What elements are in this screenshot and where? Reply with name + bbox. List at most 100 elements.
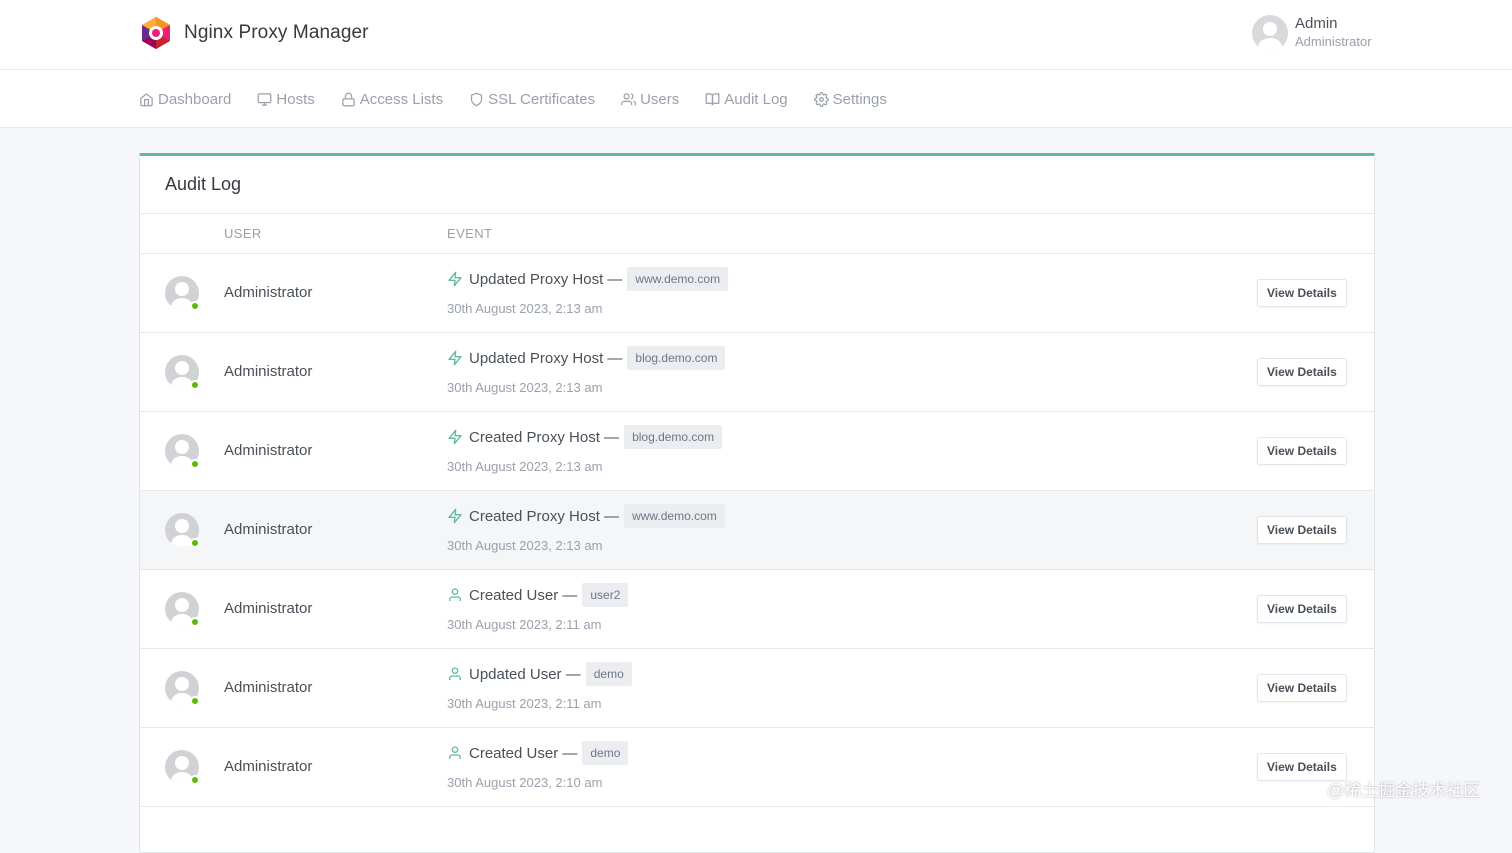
lightning-icon <box>448 508 462 524</box>
online-status-dot <box>190 459 200 469</box>
table-row: Administrator Updated Proxy Host — www.d… <box>140 254 1374 333</box>
default-avatar-icon <box>1258 22 1282 51</box>
row-user-name: Administrator <box>224 442 313 459</box>
view-details-button[interactable]: View Details <box>1257 674 1347 702</box>
audit-log-card: Audit Log USER EVENT Administrator Updat… <box>139 153 1375 853</box>
event-description: Updated User — <box>469 665 581 683</box>
event-line: Updated User — demo <box>447 661 632 687</box>
event-line: Updated Proxy Host — blog.demo.com <box>447 345 726 371</box>
event-description: Created Proxy Host — <box>469 507 620 525</box>
lightning-icon <box>448 271 462 287</box>
online-status-dot <box>190 617 200 627</box>
view-details-button[interactable]: View Details <box>1257 279 1347 307</box>
event-target-tag: blog.demo.com <box>624 425 723 449</box>
event-description: Updated Proxy Host — <box>469 270 623 288</box>
event-description: Created Proxy Host — <box>469 428 620 446</box>
event-timestamp: 30th August 2023, 2:13 am <box>447 301 603 316</box>
nav-item-ssl-certificates[interactable]: SSL Certificates <box>469 91 595 108</box>
avatar <box>165 592 200 627</box>
event-target-tag: www.demo.com <box>624 504 725 528</box>
nav-item-audit-log[interactable]: Audit Log <box>705 90 788 108</box>
row-user-name: Administrator <box>224 758 313 775</box>
nav-item-label: SSL Certificates <box>488 90 596 108</box>
event-timestamp: 30th August 2023, 2:11 am <box>447 617 602 632</box>
event-line: Created User — demo <box>447 740 629 766</box>
column-header-event: EVENT <box>447 226 493 241</box>
avatar <box>165 671 200 706</box>
online-status-dot <box>190 775 200 785</box>
event-line: Created Proxy Host — blog.demo.com <box>447 424 723 450</box>
event-description: Created User — <box>469 744 578 762</box>
watermark: @稀土掘金技术社区 <box>1327 781 1481 800</box>
nginx-proxy-manager-logo-icon <box>142 17 170 49</box>
nav-item-label: Audit Log <box>724 90 788 108</box>
row-user-name: Administrator <box>224 284 313 301</box>
page-title: Audit Log <box>165 174 242 194</box>
nav-item-hosts[interactable]: Hosts <box>257 90 315 108</box>
event-description: Updated Proxy Host — <box>469 349 623 367</box>
nav-item-access-lists[interactable]: Access Lists <box>341 91 443 108</box>
online-status-dot <box>190 696 200 706</box>
online-status-dot <box>190 301 200 311</box>
nav-item-label: Hosts <box>276 90 315 108</box>
event-timestamp: 30th August 2023, 2:13 am <box>447 538 603 553</box>
lock-icon <box>341 92 355 106</box>
event-timestamp: 30th August 2023, 2:13 am <box>447 459 603 474</box>
avatar <box>1252 15 1288 51</box>
user-menu[interactable]: Admin Administrator <box>1252 15 1372 51</box>
event-timestamp: 30th August 2023, 2:13 am <box>447 380 603 395</box>
card-header: Audit Log <box>140 156 1374 214</box>
nav-item-label: Users <box>640 90 680 108</box>
users-icon <box>621 92 637 105</box>
table-row: Administrator Created User — user2 30th … <box>140 570 1374 649</box>
avatar <box>165 434 200 469</box>
online-status-dot <box>190 380 200 390</box>
nav-item-users[interactable]: Users <box>621 91 679 108</box>
nav-item-label: Access Lists <box>359 90 444 108</box>
view-details-button[interactable]: View Details <box>1257 595 1347 623</box>
column-header-user: USER <box>224 226 262 241</box>
monitor-icon <box>258 92 272 106</box>
shield-icon <box>470 92 483 106</box>
online-status-dot <box>190 538 200 548</box>
nav-item-dashboard[interactable]: Dashboard <box>139 91 231 108</box>
row-user-name: Administrator <box>224 679 313 696</box>
view-details-button[interactable]: View Details <box>1257 437 1347 465</box>
nav-item-label: Settings <box>832 90 887 108</box>
home-icon <box>140 92 153 106</box>
view-details-button[interactable]: View Details <box>1257 516 1347 544</box>
table-row: Administrator Updated Proxy Host — blog.… <box>140 333 1374 412</box>
book-icon <box>705 92 720 105</box>
avatar <box>165 513 200 548</box>
top-header: Nginx Proxy Manager Admin Administrator <box>0 0 1512 70</box>
user-icon <box>449 667 461 680</box>
event-line: Updated Proxy Host — www.demo.com <box>447 266 729 292</box>
event-timestamp: 30th August 2023, 2:11 am <box>447 696 602 711</box>
table-header: USER EVENT <box>140 214 1374 254</box>
user-role: Administrator <box>1295 34 1372 49</box>
table-row: Administrator Created Proxy Host — www.d… <box>140 491 1374 570</box>
nav-item-label: Dashboard <box>158 90 232 108</box>
view-details-button[interactable]: View Details <box>1257 358 1347 386</box>
lightning-icon <box>448 350 462 366</box>
nav-item-settings[interactable]: Settings <box>813 90 887 108</box>
event-target-tag: user2 <box>582 583 629 607</box>
event-target-tag: demo <box>582 741 629 765</box>
app-title: Nginx Proxy Manager <box>184 22 369 43</box>
brand[interactable]: Nginx Proxy Manager <box>139 16 369 50</box>
event-timestamp: 30th August 2023, 2:10 am <box>447 775 603 790</box>
event-target-tag: www.demo.com <box>627 267 729 291</box>
main-nav: Dashboard Hosts Access Lists SSL Certifi… <box>0 70 1512 128</box>
event-line: Created Proxy Host — www.demo.com <box>447 503 725 529</box>
row-user-name: Administrator <box>224 600 313 617</box>
lightning-icon <box>448 429 462 445</box>
table-row: Administrator Created User — demo 30th A… <box>140 728 1374 807</box>
event-target-tag: blog.demo.com <box>627 346 726 370</box>
user-name: Admin <box>1295 15 1338 32</box>
avatar <box>165 276 200 311</box>
event-line: Created User — user2 <box>447 582 629 608</box>
row-user-name: Administrator <box>224 363 313 380</box>
row-user-name: Administrator <box>224 521 313 538</box>
event-target-tag: demo <box>585 662 632 686</box>
avatar <box>165 750 200 785</box>
